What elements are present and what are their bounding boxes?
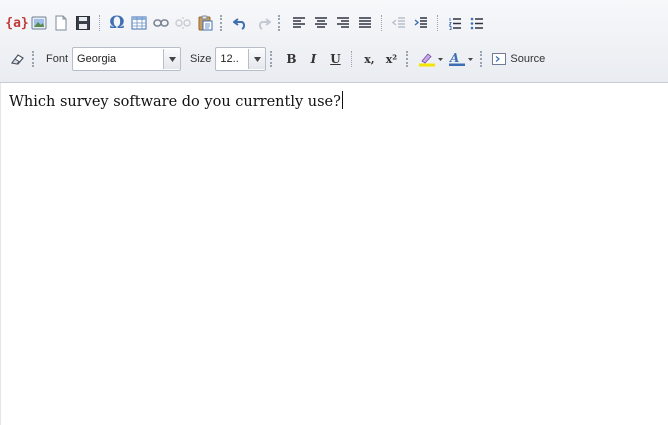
align-center-icon bbox=[315, 17, 327, 28]
underline-label: U bbox=[330, 52, 341, 66]
indent-icon bbox=[414, 17, 427, 28]
toolbar-group-grip bbox=[480, 51, 484, 67]
font-color-icon: A bbox=[449, 51, 474, 66]
toolbar-group-grip bbox=[220, 15, 224, 31]
insert-link-button[interactable] bbox=[150, 12, 172, 34]
toolbar-group-grip bbox=[270, 51, 274, 67]
floppy-disk-icon bbox=[76, 16, 90, 30]
font-size-value: 12.. bbox=[220, 53, 239, 65]
align-left-icon bbox=[293, 17, 305, 28]
font-label: Font bbox=[46, 53, 69, 65]
toolbar-group-grip bbox=[32, 51, 36, 67]
clipboard-icon bbox=[198, 15, 213, 31]
italic-button[interactable]: I bbox=[302, 48, 324, 70]
save-button[interactable] bbox=[72, 12, 94, 34]
underline-button[interactable]: U bbox=[324, 48, 346, 70]
undo-icon bbox=[233, 18, 246, 30]
separator bbox=[99, 15, 101, 31]
numbered-list-icon bbox=[448, 17, 461, 30]
separator bbox=[381, 15, 383, 31]
outdent-icon bbox=[392, 17, 405, 28]
numbered-list-button[interactable] bbox=[444, 12, 466, 34]
italic-label: I bbox=[310, 52, 317, 66]
subscript-label: x, bbox=[364, 52, 375, 66]
merge-fields-button[interactable]: {a} bbox=[5, 12, 29, 34]
image-icon bbox=[31, 16, 47, 30]
justify-icon bbox=[359, 17, 371, 28]
remove-format-button[interactable] bbox=[6, 48, 28, 70]
toolbar-group-grip bbox=[278, 15, 282, 31]
highlight-color-button[interactable] bbox=[416, 48, 446, 70]
paste-from-word-button[interactable] bbox=[194, 12, 216, 34]
align-right-icon bbox=[337, 17, 349, 28]
align-center-button[interactable] bbox=[310, 12, 332, 34]
justify-button[interactable] bbox=[354, 12, 376, 34]
bold-label: B bbox=[286, 52, 297, 66]
separator bbox=[351, 51, 353, 67]
eraser-icon bbox=[10, 54, 24, 65]
align-right-button[interactable] bbox=[332, 12, 354, 34]
redo-icon bbox=[258, 18, 271, 30]
redo-button[interactable] bbox=[252, 12, 274, 34]
omega-icon: Ω bbox=[109, 13, 125, 33]
decrease-indent-button[interactable] bbox=[388, 12, 410, 34]
source-code-icon bbox=[492, 53, 507, 65]
bulleted-list-icon bbox=[470, 17, 483, 29]
size-label: Size bbox=[190, 53, 212, 65]
insert-image-button[interactable] bbox=[28, 12, 50, 34]
increase-indent-button[interactable] bbox=[410, 12, 432, 34]
merge-fields-label: {a} bbox=[5, 15, 29, 31]
special-character-button[interactable]: Ω bbox=[106, 12, 128, 34]
editor-content-area[interactable]: Which survey software do you currently u… bbox=[0, 83, 668, 425]
page-icon bbox=[55, 15, 67, 31]
chevron-down-icon bbox=[163, 49, 181, 69]
source-label: Source bbox=[510, 53, 546, 65]
toolbar-row-1: {a} Ω bbox=[5, 10, 488, 36]
toolbar-group-grip bbox=[406, 51, 410, 67]
chevron-down-icon bbox=[248, 49, 266, 69]
link-icon bbox=[153, 19, 169, 27]
separator bbox=[437, 15, 439, 31]
bold-button[interactable]: B bbox=[280, 48, 302, 70]
text-cursor bbox=[341, 91, 343, 109]
undo-button[interactable] bbox=[230, 12, 252, 34]
editor-text-line: Which survey software do you currently u… bbox=[9, 91, 343, 110]
svg-text:A: A bbox=[449, 51, 459, 65]
superscript-button[interactable]: x² bbox=[380, 48, 402, 70]
subscript-button[interactable]: x, bbox=[358, 48, 380, 70]
insert-table-button[interactable] bbox=[128, 12, 150, 34]
unlink-icon bbox=[175, 17, 191, 29]
text-color-button[interactable]: A bbox=[446, 48, 476, 70]
new-page-button[interactable] bbox=[50, 12, 72, 34]
table-icon bbox=[131, 16, 147, 30]
unlink-button[interactable] bbox=[172, 12, 194, 34]
font-size-dropdown[interactable]: 12.. bbox=[215, 47, 267, 71]
bulleted-list-button[interactable] bbox=[466, 12, 488, 34]
editor-toolbar: {a} Ω Font Georgia Size 12.. B I U x, x²… bbox=[0, 0, 668, 83]
editor-text: Which survey software do you currently u… bbox=[9, 94, 341, 110]
font-family-value: Georgia bbox=[77, 53, 117, 65]
align-left-button[interactable] bbox=[288, 12, 310, 34]
source-button[interactable]: Source bbox=[492, 53, 545, 65]
superscript-label: x² bbox=[385, 52, 398, 66]
rich-text-editor: {a} Ω Font Georgia Size 12.. B I U x, x²… bbox=[0, 0, 668, 425]
font-family-dropdown[interactable]: Georgia bbox=[72, 47, 182, 71]
highlighter-icon bbox=[419, 53, 444, 67]
toolbar-row-2: Font Georgia Size 12.. B I U x, x² A Sou… bbox=[6, 46, 545, 72]
